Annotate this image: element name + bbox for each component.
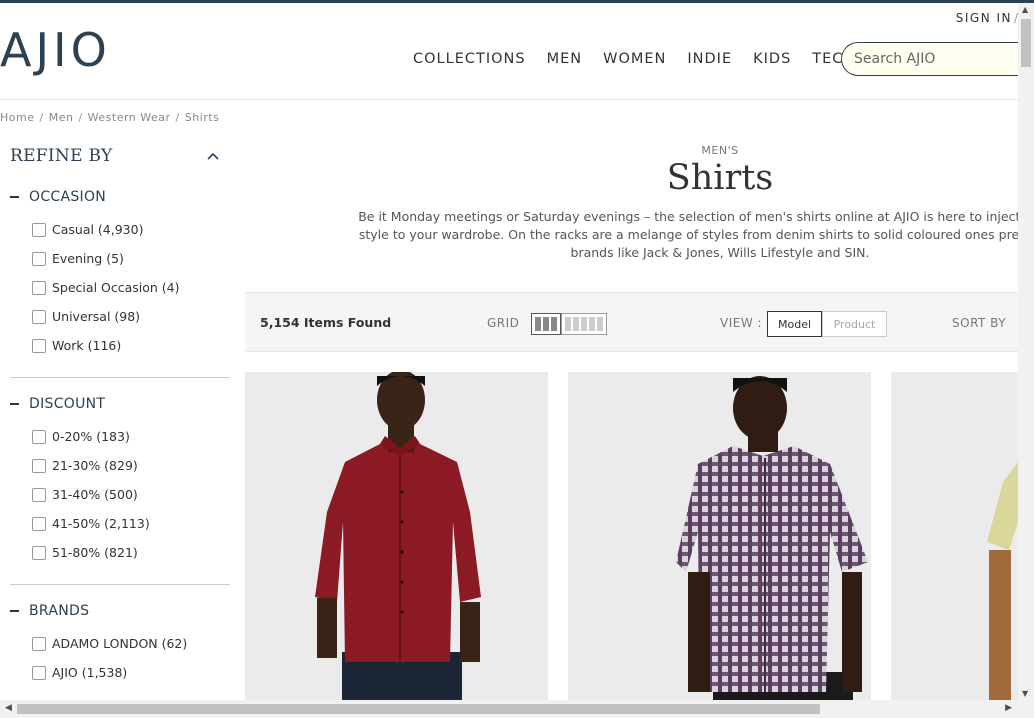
nav-women[interactable]: WOMEN bbox=[603, 51, 666, 67]
refine-by-title: REFINE BY bbox=[10, 146, 113, 166]
checkbox[interactable] bbox=[32, 309, 46, 324]
sort-by-label[interactable]: SORT BY bbox=[952, 316, 1006, 330]
chevron-up-icon[interactable] bbox=[206, 149, 220, 163]
view-product-button[interactable]: Product bbox=[822, 311, 887, 337]
facet-title-occasion[interactable]: OCCASION bbox=[10, 189, 230, 205]
checkbox[interactable] bbox=[32, 280, 46, 295]
category-subtitle: MEN'S bbox=[701, 144, 739, 157]
items-found-count: 5,154 Items Found bbox=[260, 315, 392, 330]
breadcrumb-home[interactable]: Home bbox=[0, 111, 34, 124]
filter-sidebar: REFINE BY OCCASION Casual (4,930) Evenin… bbox=[10, 146, 230, 687]
filter-option[interactable]: ADAMO LONDON (62) bbox=[10, 629, 230, 658]
filter-option[interactable]: Special Occasion (4) bbox=[10, 273, 230, 302]
scroll-down-icon[interactable]: ▼ bbox=[1022, 689, 1028, 698]
vertical-scrollbar[interactable]: ▲ ▼ bbox=[1018, 3, 1034, 700]
site-header: AJIO SIGN IN / COLLECTIONS MEN WOMEN IND… bbox=[0, 3, 1031, 100]
nav-collections[interactable]: COLLECTIONS bbox=[413, 51, 526, 67]
minus-icon bbox=[10, 196, 19, 198]
sign-in-link[interactable]: SIGN IN bbox=[956, 11, 1012, 25]
category-description: Be it Monday meetings or Saturday evenin… bbox=[358, 209, 1034, 260]
filter-option[interactable]: Work (116) bbox=[10, 331, 230, 360]
grid-5-button[interactable] bbox=[561, 313, 607, 335]
scroll-left-icon[interactable]: ◀ bbox=[5, 703, 12, 713]
nav-indie[interactable]: INDIE bbox=[687, 51, 732, 67]
facet-brands: BRANDS ADAMO LONDON (62) AJIO (1,538) bbox=[10, 603, 230, 687]
filter-option[interactable]: 31-40% (500) bbox=[10, 480, 230, 509]
product-grid bbox=[245, 372, 1018, 702]
breadcrumb-men[interactable]: Men bbox=[49, 111, 74, 124]
checkbox[interactable] bbox=[32, 516, 46, 531]
ajio-logo[interactable]: AJIO bbox=[0, 23, 111, 77]
grid-3-button[interactable] bbox=[531, 313, 561, 335]
main-nav: COLLECTIONS MEN WOMEN INDIE KIDS TECH bbox=[413, 51, 876, 67]
listing-toolbar: 5,154 Items Found GRID VIEW : Model Prod… bbox=[245, 292, 1018, 352]
checkbox[interactable] bbox=[32, 429, 46, 444]
scroll-up-icon[interactable]: ▲ bbox=[1022, 5, 1028, 14]
breadcrumb-sep: / bbox=[39, 111, 44, 124]
view-toggle: Model Product bbox=[767, 311, 887, 337]
checkbox[interactable] bbox=[32, 338, 46, 353]
breadcrumb-western-wear[interactable]: Western Wear bbox=[88, 111, 171, 124]
search-input[interactable] bbox=[841, 42, 1031, 76]
facet-title-brands[interactable]: BRANDS bbox=[10, 603, 230, 619]
checkbox[interactable] bbox=[32, 545, 46, 560]
scroll-right-icon[interactable]: ▶ bbox=[1005, 703, 1012, 713]
filter-option[interactable]: 21-30% (829) bbox=[10, 451, 230, 480]
filter-option[interactable]: Universal (98) bbox=[10, 302, 230, 331]
filter-option[interactable]: 0-20% (183) bbox=[10, 422, 230, 451]
filter-option[interactable]: 51-80% (821) bbox=[10, 538, 230, 567]
breadcrumb-sep: / bbox=[175, 111, 180, 124]
product-card[interactable] bbox=[568, 372, 871, 702]
breadcrumb-shirts: Shirts bbox=[184, 111, 220, 124]
facet-discount: DISCOUNT 0-20% (183) 21-30% (829) 31-40%… bbox=[10, 396, 230, 567]
filter-option[interactable]: Evening (5) bbox=[10, 244, 230, 273]
nav-kids[interactable]: KIDS bbox=[753, 51, 791, 67]
product-card[interactable] bbox=[245, 372, 548, 702]
checkbox[interactable] bbox=[32, 636, 46, 651]
nav-men[interactable]: MEN bbox=[547, 51, 583, 67]
view-model-button[interactable]: Model bbox=[767, 311, 822, 337]
checkbox[interactable] bbox=[32, 222, 46, 237]
checkbox[interactable] bbox=[32, 665, 46, 680]
view-label: VIEW : bbox=[720, 316, 763, 330]
vertical-scroll-thumb[interactable] bbox=[1021, 19, 1031, 67]
product-image-red-shirt[interactable] bbox=[245, 372, 548, 702]
checkbox[interactable] bbox=[32, 487, 46, 502]
product-card[interactable] bbox=[891, 372, 1018, 702]
filter-option[interactable]: AJIO (1,538) bbox=[10, 658, 230, 687]
category-title: Shirts bbox=[666, 158, 774, 198]
filter-option[interactable]: Casual (4,930) bbox=[10, 215, 230, 244]
checkbox[interactable] bbox=[32, 458, 46, 473]
product-image-check-shirt[interactable] bbox=[568, 372, 871, 702]
grid-label: GRID bbox=[487, 316, 520, 330]
checkbox[interactable] bbox=[32, 251, 46, 266]
breadcrumb-sep: / bbox=[78, 111, 83, 124]
divider bbox=[10, 584, 230, 585]
horizontal-scroll-thumb[interactable] bbox=[17, 704, 820, 714]
facet-occasion: OCCASION Casual (4,930) Evening (5) Spec… bbox=[10, 189, 230, 360]
facet-title-discount[interactable]: DISCOUNT bbox=[10, 396, 230, 412]
product-image-yellow-shirt[interactable] bbox=[891, 372, 1018, 702]
horizontal-scrollbar[interactable]: ◀ ▶ bbox=[0, 700, 1034, 718]
breadcrumb: Home / Men / Western Wear / Shirts bbox=[0, 111, 219, 124]
minus-icon bbox=[10, 403, 19, 405]
grid-toggle bbox=[531, 313, 607, 335]
divider bbox=[10, 377, 230, 378]
minus-icon bbox=[10, 610, 19, 612]
filter-option[interactable]: 41-50% (2,113) bbox=[10, 509, 230, 538]
